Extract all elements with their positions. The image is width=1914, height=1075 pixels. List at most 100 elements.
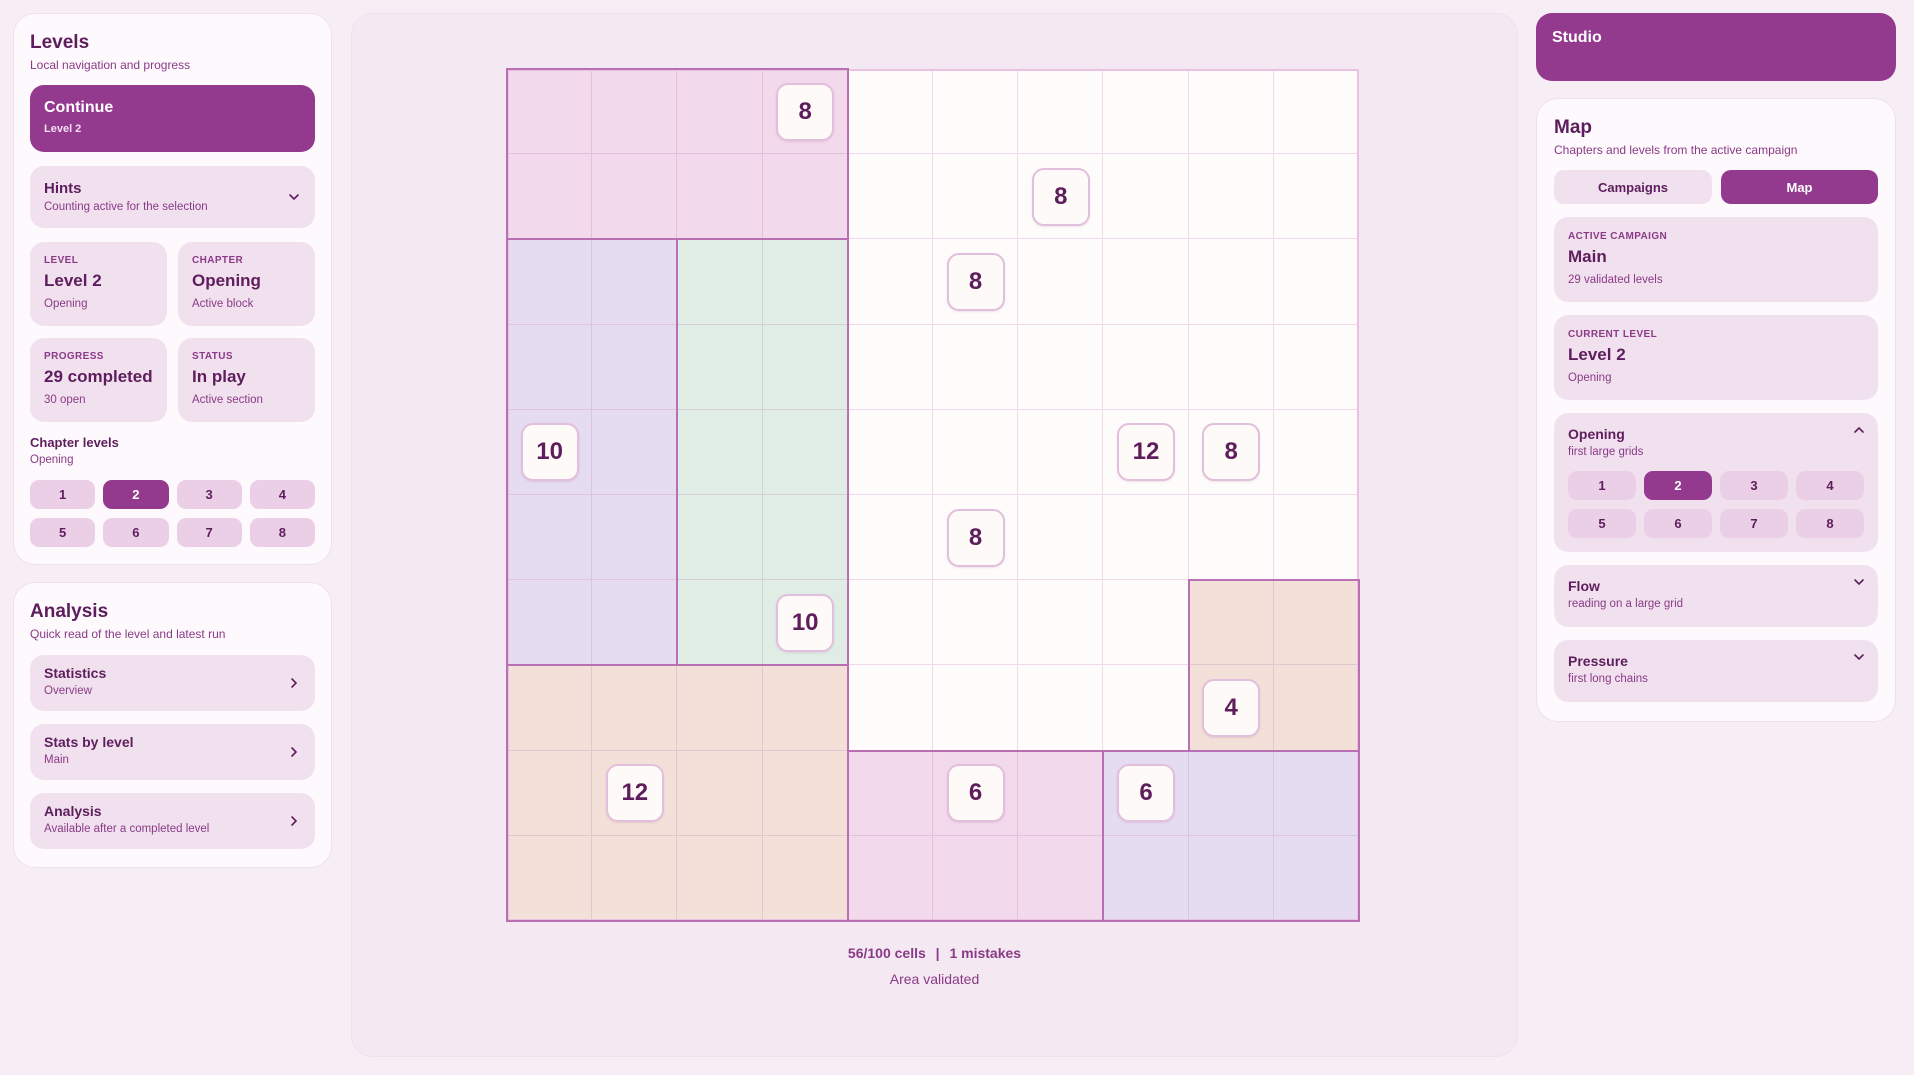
grid-cell[interactable] [1018, 324, 1104, 410]
grid-cell[interactable] [847, 154, 933, 240]
map-level-button-4[interactable]: 4 [1796, 471, 1864, 500]
chapter-level-button-2[interactable]: 2 [103, 480, 169, 509]
chapter-level-button-6[interactable]: 6 [103, 518, 169, 547]
grid-cell[interactable] [1273, 495, 1359, 581]
continue-label: Continue [44, 99, 114, 116]
grid-cell[interactable] [1188, 495, 1274, 581]
chapter-pressure-label: Pressure [1568, 653, 1628, 669]
grid-cell[interactable] [1188, 69, 1274, 155]
map-level-button-3[interactable]: 3 [1720, 471, 1788, 500]
chapter-level-button-3[interactable]: 3 [176, 480, 242, 509]
stats-by-level-link[interactable]: Stats by level Main [30, 724, 315, 780]
grid-cell[interactable] [1273, 324, 1359, 410]
clue-tile[interactable]: 6 [1117, 764, 1175, 823]
grid-cell[interactable] [933, 409, 1019, 495]
tab-map[interactable]: Map [1721, 170, 1878, 204]
grid-cell[interactable] [933, 580, 1019, 666]
map-title: Map [1554, 117, 1592, 138]
chapter-level-button-5[interactable]: 5 [30, 518, 96, 547]
map-level-button-7[interactable]: 7 [1720, 509, 1788, 538]
grid-cell[interactable] [1018, 409, 1104, 495]
levels-panel: Levels Local navigation and progress Con… [13, 13, 332, 565]
grid-cell[interactable] [1103, 580, 1189, 666]
continue-button[interactable]: Continue Level 2 [30, 85, 315, 152]
grid-cell[interactable] [1103, 324, 1189, 410]
chapter-opening-label: Opening [1568, 426, 1625, 442]
grid-cell[interactable] [847, 665, 933, 751]
grid-cell[interactable] [847, 495, 933, 581]
continue-sublabel: Level 2 [44, 123, 82, 135]
clue-tile[interactable]: 8 [946, 508, 1005, 567]
progress-card: PROGRESS 29 completed 30 open [30, 338, 167, 422]
clue-tile[interactable]: 10 [520, 423, 579, 482]
board-message: Area validated [889, 971, 980, 987]
clue-tile[interactable]: 8 [946, 253, 1005, 311]
status-card-sub: Active section [192, 394, 263, 406]
grid-cell[interactable] [1103, 154, 1189, 240]
chevron-right-icon [291, 747, 298, 757]
grid-cell[interactable] [1018, 580, 1104, 666]
map-level-button-1[interactable]: 1 [1568, 471, 1636, 500]
map-level-button-2[interactable]: 2 [1644, 471, 1712, 500]
map-level-button-6[interactable]: 6 [1644, 509, 1712, 538]
grid-cell[interactable] [1273, 409, 1359, 495]
grid-cell[interactable] [847, 409, 933, 495]
grid-cell[interactable] [847, 69, 933, 155]
grid-cell[interactable] [1273, 239, 1359, 325]
grid-cell[interactable] [1103, 69, 1189, 155]
grid-cell[interactable] [1018, 665, 1104, 751]
grid-cell[interactable] [1273, 69, 1359, 155]
mistakes-count: 1 mistakes [949, 945, 1022, 961]
map-level-button-5[interactable]: 5 [1568, 509, 1636, 538]
chapter-flow[interactable]: Flow reading on a large grid [1554, 565, 1878, 627]
grid-cell[interactable] [847, 580, 933, 666]
analysis-link-label: Analysis [44, 803, 102, 819]
grid-cell[interactable] [1018, 239, 1104, 325]
clue-tile[interactable]: 8 [776, 82, 835, 141]
stats-by-level-label: Stats by level [44, 734, 134, 750]
grid-cell[interactable] [1188, 239, 1274, 325]
level-card-value: Level 2 [44, 271, 102, 290]
chapter-level-button-4[interactable]: 4 [249, 480, 315, 509]
statistics-link[interactable]: Statistics Overview [30, 655, 315, 711]
grid-cell[interactable] [1188, 324, 1274, 410]
level-card: LEVEL Level 2 Opening [30, 242, 167, 326]
hints-toggle[interactable]: Hints Counting active for the selection [30, 166, 315, 228]
status-card: STATUS In play Active section [178, 338, 315, 422]
grid-cell[interactable] [1188, 154, 1274, 240]
studio-header[interactable]: Studio [1536, 13, 1896, 81]
clue-tile[interactable]: 10 [776, 593, 835, 652]
clue-tile[interactable]: 4 [1202, 679, 1261, 737]
statistics-label: Statistics [44, 665, 107, 681]
clue-tile[interactable]: 8 [1202, 423, 1261, 482]
clue-tile[interactable]: 6 [946, 764, 1005, 823]
grid-cell[interactable] [1273, 154, 1359, 240]
tab-campaigns[interactable]: Campaigns [1554, 170, 1712, 204]
puzzle-board[interactable]: 8 8 8 10 12 8 8 10 4 12 6 6 [506, 68, 1360, 922]
chapter-level-button-8[interactable]: 8 [249, 518, 315, 547]
clue-tile[interactable]: 8 [1031, 167, 1090, 226]
status-card-eyebrow: STATUS [192, 351, 233, 362]
grid-cell[interactable] [1018, 495, 1104, 581]
grid-cell[interactable] [933, 665, 1019, 751]
clue-tile[interactable]: 12 [605, 764, 664, 823]
grid-cell[interactable] [1018, 69, 1104, 155]
grid-cell[interactable] [847, 239, 933, 325]
grid-cell[interactable] [933, 324, 1019, 410]
chapter-level-button-1[interactable]: 1 [30, 480, 96, 509]
grid-cell[interactable] [1103, 239, 1189, 325]
progress-card-eyebrow: PROGRESS [44, 351, 104, 362]
analysis-link[interactable]: Analysis Available after a completed lev… [30, 793, 315, 849]
clue-tile[interactable]: 12 [1117, 423, 1175, 482]
chapter-level-button-7[interactable]: 7 [176, 518, 242, 547]
chapter-pressure[interactable]: Pressure first long chains [1554, 640, 1878, 702]
grid-cell[interactable] [933, 154, 1019, 240]
grid-cell[interactable] [1103, 665, 1189, 751]
grid-cell[interactable] [847, 324, 933, 410]
grid-cell[interactable] [1103, 495, 1189, 581]
active-campaign-value: Main [1568, 247, 1607, 266]
grid-cell[interactable] [933, 69, 1019, 155]
map-level-button-8[interactable]: 8 [1796, 509, 1864, 538]
chapter-card-sub: Active block [192, 298, 254, 310]
chapter-opening-header[interactable]: Opening first large grids [1554, 413, 1878, 467]
